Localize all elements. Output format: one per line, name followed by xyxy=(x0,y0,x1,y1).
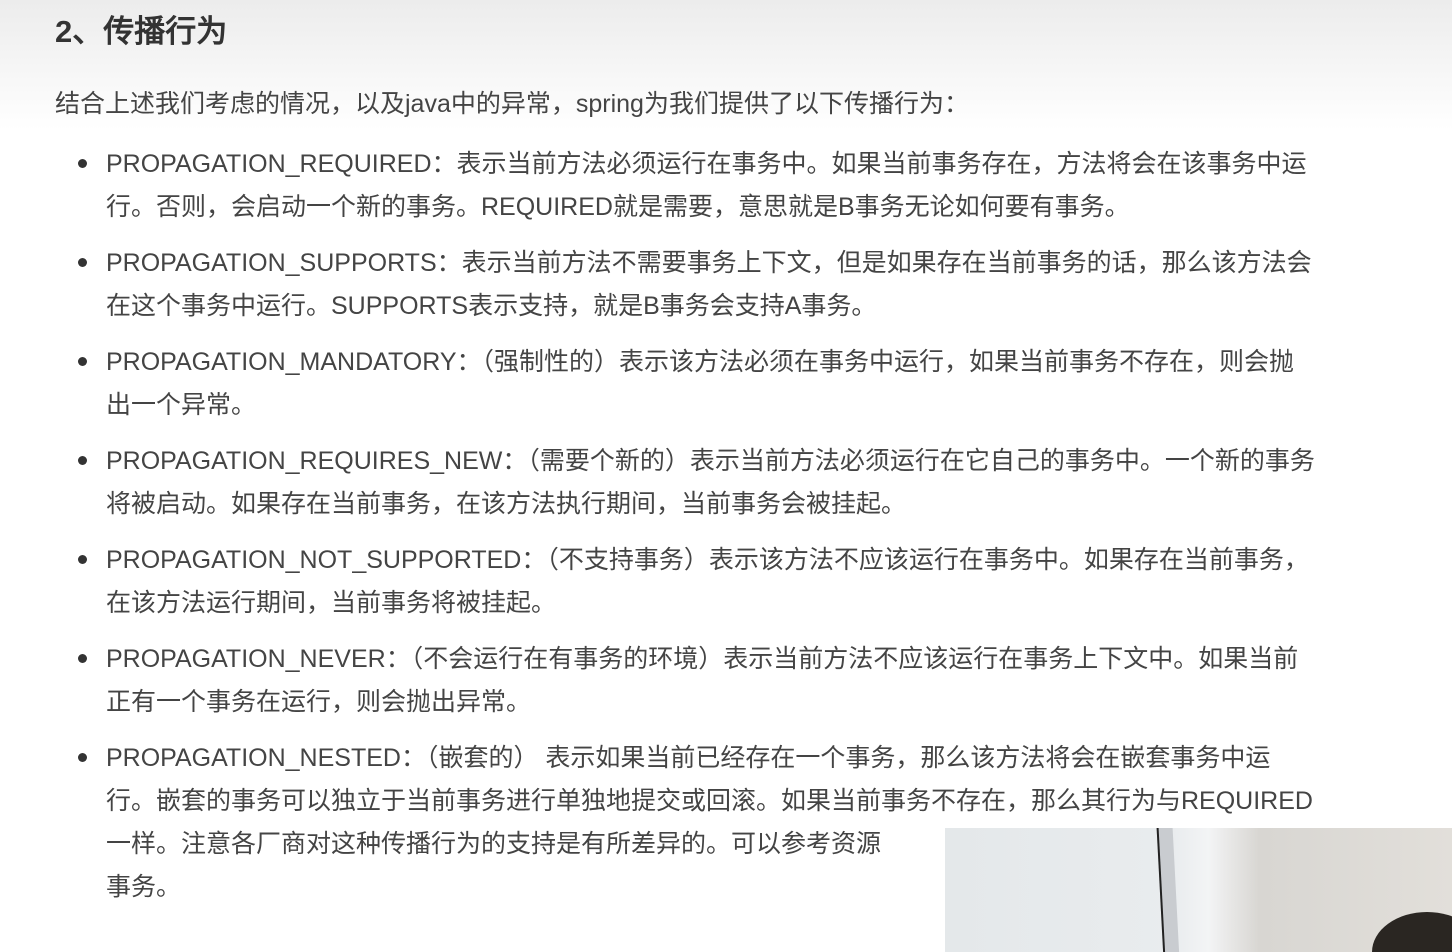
list-item-text-line: 在这个事务中运行。SUPPORTS表示支持，就是B事务会支持A事务。 xyxy=(106,292,877,320)
bullet-icon xyxy=(78,555,87,564)
bullet-icon xyxy=(78,159,87,168)
bullet-icon xyxy=(78,753,87,762)
section-heading: 2、传播行为 xyxy=(55,14,228,49)
bullet-icon xyxy=(78,654,87,663)
webcam-person xyxy=(1372,912,1452,952)
list-item: PROPAGATION_NEVER：（不会运行在有事务的环境）表示当前方法不应该… xyxy=(0,638,1315,724)
list-item-text-line: PROPAGATION_REQUIRED：表示当前方法必须运行在事务中。如果当前… xyxy=(106,150,1307,178)
list-item-text-line: 行。嵌套的事务可以独立于当前事务进行单独地提交或回滚。如果当前事务不存在，那么其… xyxy=(106,787,1313,815)
list-item-text-line: 正有一个事务在运行，则会抛出异常。 xyxy=(106,688,532,716)
webcam-overlay xyxy=(945,828,1452,952)
bullet-icon xyxy=(78,258,87,267)
list-item-text-line: PROPAGATION_NOT_SUPPORTED：（不支持事务）表示该方法不应… xyxy=(106,546,1309,574)
list-item-text-line: PROPAGATION_NEVER：（不会运行在有事务的环境）表示当前方法不应该… xyxy=(106,645,1299,673)
webcam-background-pole xyxy=(1156,828,1180,952)
intro-paragraph: 结合上述我们考虑的情况，以及java中的异常，spring为我们提供了以下传播行… xyxy=(55,90,969,118)
list-item-text-line: PROPAGATION_NESTED：（嵌套的） 表示如果当前已经存在一个事务，… xyxy=(106,744,1271,772)
propagation-list: PROPAGATION_REQUIRED：表示当前方法必须运行在事务中。如果当前… xyxy=(0,143,1315,922)
list-item-text-line: 出一个异常。 xyxy=(106,391,257,419)
bullet-icon xyxy=(78,357,87,366)
list-item-text-line: 行。否则，会启动一个新的事务。REQUIRED就是需要，意思就是B事务无论如何要… xyxy=(106,193,1130,221)
list-item-text-line: 在该方法运行期间，当前事务将被挂起。 xyxy=(106,589,557,617)
list-item: PROPAGATION_REQUIRES_NEW：（需要个新的）表示当前方法必须… xyxy=(0,440,1315,526)
list-item-text-line: PROPAGATION_SUPPORTS：表示当前方法不需要事务上下文，但是如果… xyxy=(106,249,1312,277)
list-item: PROPAGATION_MANDATORY：（强制性的）表示该方法必须在事务中运… xyxy=(0,341,1315,427)
list-item-text-line: PROPAGATION_REQUIRES_NEW：（需要个新的）表示当前方法必须… xyxy=(106,447,1315,475)
list-item: PROPAGATION_SUPPORTS：表示当前方法不需要事务上下文，但是如果… xyxy=(0,242,1315,328)
list-item-text-line: PROPAGATION_MANDATORY：（强制性的）表示该方法必须在事务中运… xyxy=(106,348,1295,376)
bullet-icon xyxy=(78,456,87,465)
list-item: PROPAGATION_NOT_SUPPORTED：（不支持事务）表示该方法不应… xyxy=(0,539,1315,625)
list-item: PROPAGATION_REQUIRED：表示当前方法必须运行在事务中。如果当前… xyxy=(0,143,1315,229)
list-item-text-line: 将被启动。如果存在当前事务，在该方法执行期间，当前事务会被挂起。 xyxy=(106,490,907,518)
